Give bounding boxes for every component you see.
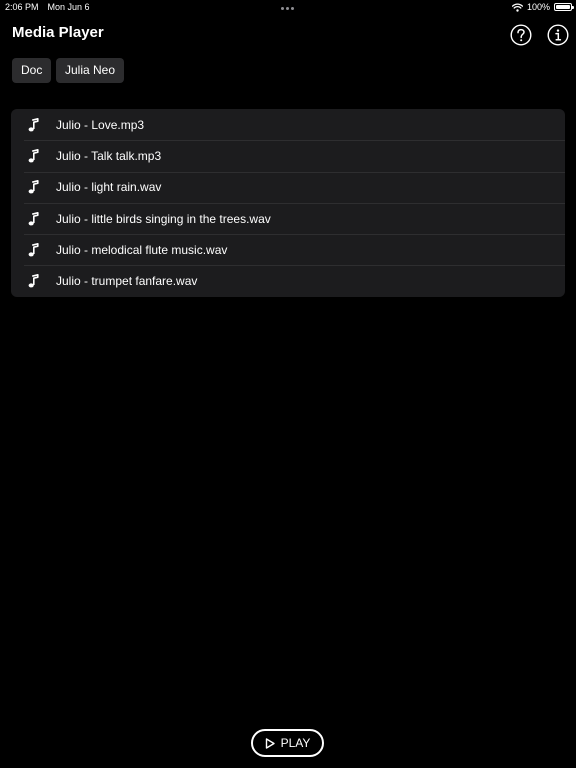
- music-note-icon: [28, 274, 39, 288]
- file-row[interactable]: Julio - little birds singing in the tree…: [11, 202, 565, 234]
- file-row[interactable]: Julio - trumpet fanfare.wav: [11, 265, 565, 296]
- battery-icon: [554, 3, 574, 11]
- file-name: Julio - light rain.wav: [56, 180, 162, 195]
- help-icon[interactable]: [510, 24, 532, 46]
- file-name: Julio - melodical flute music.wav: [56, 242, 228, 257]
- status-indicators: 100%: [511, 2, 574, 12]
- music-note-icon: [28, 117, 39, 132]
- file-name: Julio - trumpet fanfare.wav: [56, 274, 198, 289]
- wifi-icon: [511, 2, 523, 12]
- file-name: Julio - little birds singing in the tree…: [56, 211, 271, 226]
- file-name: Julio - Love.mp3: [56, 117, 145, 132]
- file-row[interactable]: Julio - light rain.wav: [11, 171, 565, 203]
- play-button[interactable]: PLAY: [251, 729, 324, 757]
- status-date: Mon Jun 6: [47, 2, 90, 12]
- music-note-icon: [28, 211, 39, 225]
- battery-percent: 100%: [526, 2, 550, 12]
- file-row[interactable]: Julio - Love.mp3: [11, 109, 565, 140]
- chip-julia-neo[interactable]: Julia Neo: [56, 58, 125, 83]
- music-note-icon: [28, 148, 39, 163]
- play-label: PLAY: [280, 736, 311, 750]
- file-row[interactable]: Julio - Talk talk.mp3: [11, 140, 565, 171]
- file-row[interactable]: Julio - melodical flute music.wav: [11, 234, 565, 265]
- chip-doc[interactable]: Doc: [12, 58, 52, 83]
- music-note-icon: [28, 242, 39, 257]
- info-icon[interactable]: [547, 24, 569, 46]
- page-title: Media Player: [12, 24, 104, 41]
- music-note-icon: [28, 180, 39, 194]
- battery-level: [556, 5, 570, 9]
- multitasking-dots-icon[interactable]: [281, 7, 294, 10]
- status-time-date: 2:06 PM Mon Jun 6: [5, 2, 90, 12]
- status-bar: 2:06 PM Mon Jun 6 100%: [0, 0, 576, 14]
- status-time: 2:06 PM: [5, 2, 39, 12]
- play-icon: [265, 737, 275, 749]
- file-name: Julio - Talk talk.mp3: [56, 148, 162, 163]
- file-list: Julio - Love.mp3 Julio - Talk talk.mp3 J…: [11, 109, 565, 297]
